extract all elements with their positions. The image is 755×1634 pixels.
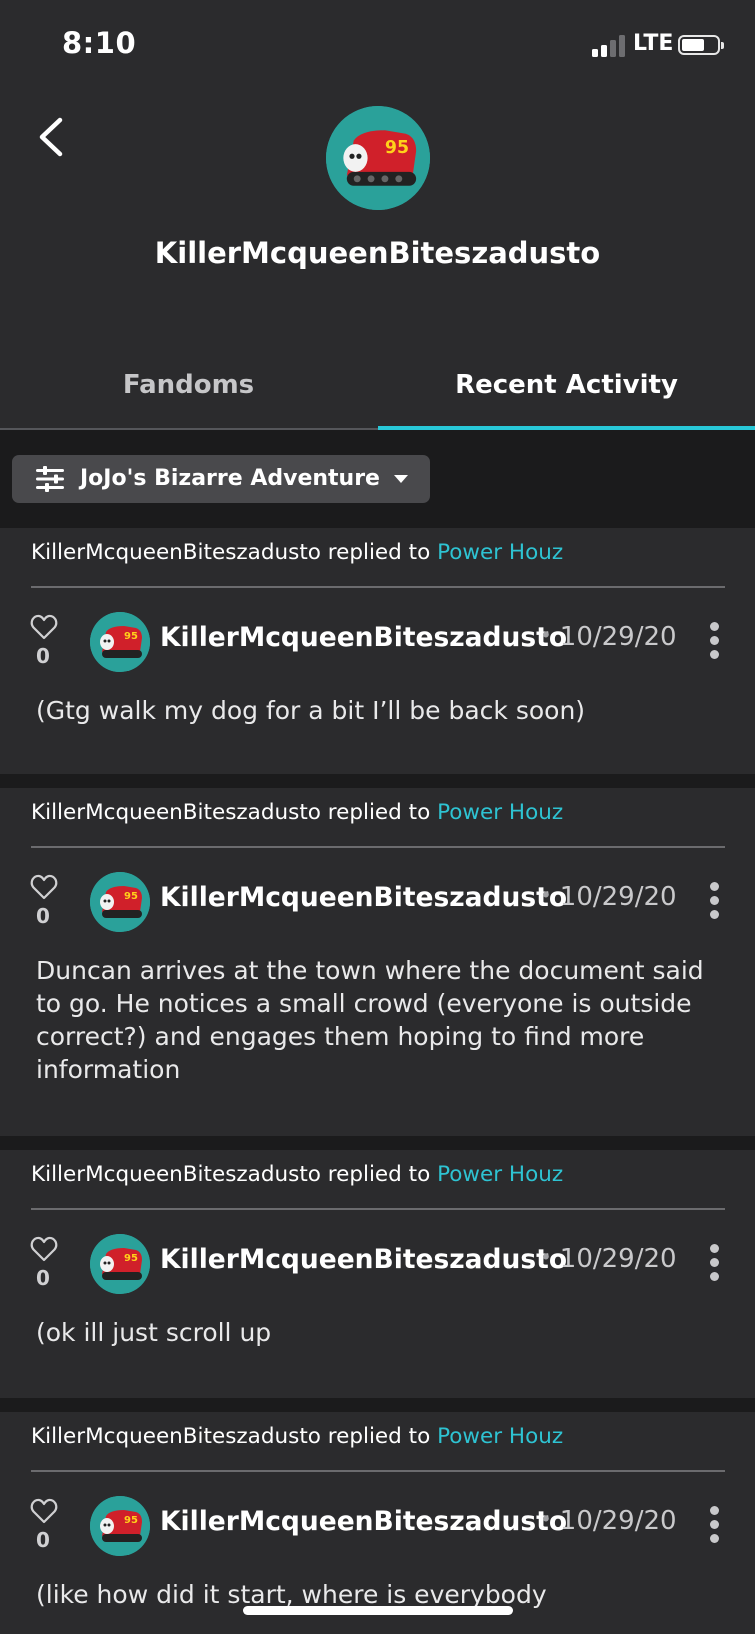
like-count: 0 (36, 1528, 50, 1552)
tab-fandoms[interactable]: Fandoms (0, 370, 377, 400)
post-text: (ok ill just scroll up (36, 1318, 272, 1347)
heart-icon[interactable] (30, 874, 58, 900)
divider (31, 586, 725, 588)
reply-prefix: KillerMcqueenBiteszadusto replied to (31, 1424, 431, 1449)
card-separator (0, 1398, 755, 1412)
reply-prefix: KillerMcqueenBiteszadusto replied to (31, 540, 431, 565)
post-date: • 10/29/20 (540, 1244, 677, 1274)
avatar-image: 95 (90, 872, 150, 932)
caret-down-icon (394, 475, 408, 483)
avatar[interactable]: 95 (90, 872, 150, 932)
profile-avatar[interactable]: 95 (326, 106, 430, 210)
chevron-left-icon (39, 117, 63, 157)
like-count: 0 (36, 644, 50, 668)
avatar[interactable]: 95 (90, 612, 150, 672)
reply-target-link[interactable]: Power Houz (437, 1424, 563, 1449)
activity-card: KillerMcqueenBiteszadusto replied to Pow… (0, 528, 755, 774)
avatar-image: 95 (326, 106, 430, 210)
avatar-badge: 95 (124, 891, 138, 902)
reply-context: KillerMcqueenBiteszadusto replied to Pow… (31, 540, 563, 565)
avatar-badge: 95 (124, 631, 138, 642)
status-bar: 8:10 LTE (0, 0, 755, 90)
divider (31, 846, 725, 848)
profile-username: KillerMcqueenBiteszadusto (154, 236, 601, 270)
heart-icon[interactable] (30, 614, 58, 640)
author-name[interactable]: KillerMcqueenBiteszadusto (160, 1506, 567, 1537)
activity-card: KillerMcqueenBiteszadusto replied to Pow… (0, 1150, 755, 1398)
post-date: • 10/29/20 (540, 622, 677, 652)
sliders-icon (36, 466, 64, 492)
tab-bar: Fandoms Recent Activity (0, 360, 755, 430)
post-text: Duncan arrives at the town where the doc… (36, 956, 704, 1084)
like-count: 0 (36, 1266, 50, 1290)
avatar-image: 95 (90, 1234, 150, 1294)
reply-context: KillerMcqueenBiteszadusto replied to Pow… (31, 1162, 563, 1187)
more-options-icon[interactable] (707, 882, 723, 920)
avatar-image: 95 (90, 612, 150, 672)
signal-icon (592, 33, 626, 57)
reply-target-link[interactable]: Power Houz (437, 1162, 563, 1187)
avatar-image: 95 (90, 1496, 150, 1556)
reply-target-link[interactable]: Power Houz (437, 800, 563, 825)
network-type: LTE (633, 31, 674, 56)
activity-card: KillerMcqueenBiteszadusto replied to Pow… (0, 788, 755, 1136)
fandom-filter-dropdown[interactable]: JoJo's Bizarre Adventure (12, 455, 430, 503)
filter-bar: JoJo's Bizarre Adventure (0, 430, 755, 528)
post-date: • 10/29/20 (540, 1506, 677, 1536)
divider (31, 1470, 725, 1472)
filter-label: JoJo's Bizarre Adventure (80, 466, 380, 491)
card-separator (0, 774, 755, 788)
author-name[interactable]: KillerMcqueenBiteszadusto (160, 622, 567, 653)
avatar-badge: 95 (385, 138, 409, 158)
card-separator (0, 1136, 755, 1150)
home-indicator[interactable] (243, 1606, 513, 1615)
post-text: (Gtg walk my dog for a bit I’ll be back … (36, 696, 586, 725)
back-button[interactable] (30, 112, 74, 162)
reply-prefix: KillerMcqueenBiteszadusto replied to (31, 800, 431, 825)
more-options-icon[interactable] (707, 1506, 723, 1544)
author-name[interactable]: KillerMcqueenBiteszadusto (160, 1244, 567, 1275)
avatar[interactable]: 95 (90, 1496, 150, 1556)
divider (31, 1208, 725, 1210)
post-date: • 10/29/20 (540, 882, 677, 912)
avatar[interactable]: 95 (90, 1234, 150, 1294)
status-time: 8:10 (62, 26, 137, 60)
more-options-icon[interactable] (707, 622, 723, 660)
heart-icon[interactable] (30, 1498, 58, 1524)
battery-icon (678, 35, 724, 55)
heart-icon[interactable] (30, 1236, 58, 1262)
like-count: 0 (36, 904, 50, 928)
avatar-badge: 95 (124, 1253, 138, 1264)
avatar-badge: 95 (124, 1515, 138, 1526)
reply-context: KillerMcqueenBiteszadusto replied to Pow… (31, 800, 563, 825)
activity-card: KillerMcqueenBiteszadusto replied to Pow… (0, 1412, 755, 1634)
reply-prefix: KillerMcqueenBiteszadusto replied to (31, 1162, 431, 1187)
reply-target-link[interactable]: Power Houz (437, 540, 563, 565)
more-options-icon[interactable] (707, 1244, 723, 1282)
reply-context: KillerMcqueenBiteszadusto replied to Pow… (31, 1424, 563, 1449)
tab-recent-activity[interactable]: Recent Activity (378, 370, 755, 400)
author-name[interactable]: KillerMcqueenBiteszadusto (160, 882, 567, 913)
